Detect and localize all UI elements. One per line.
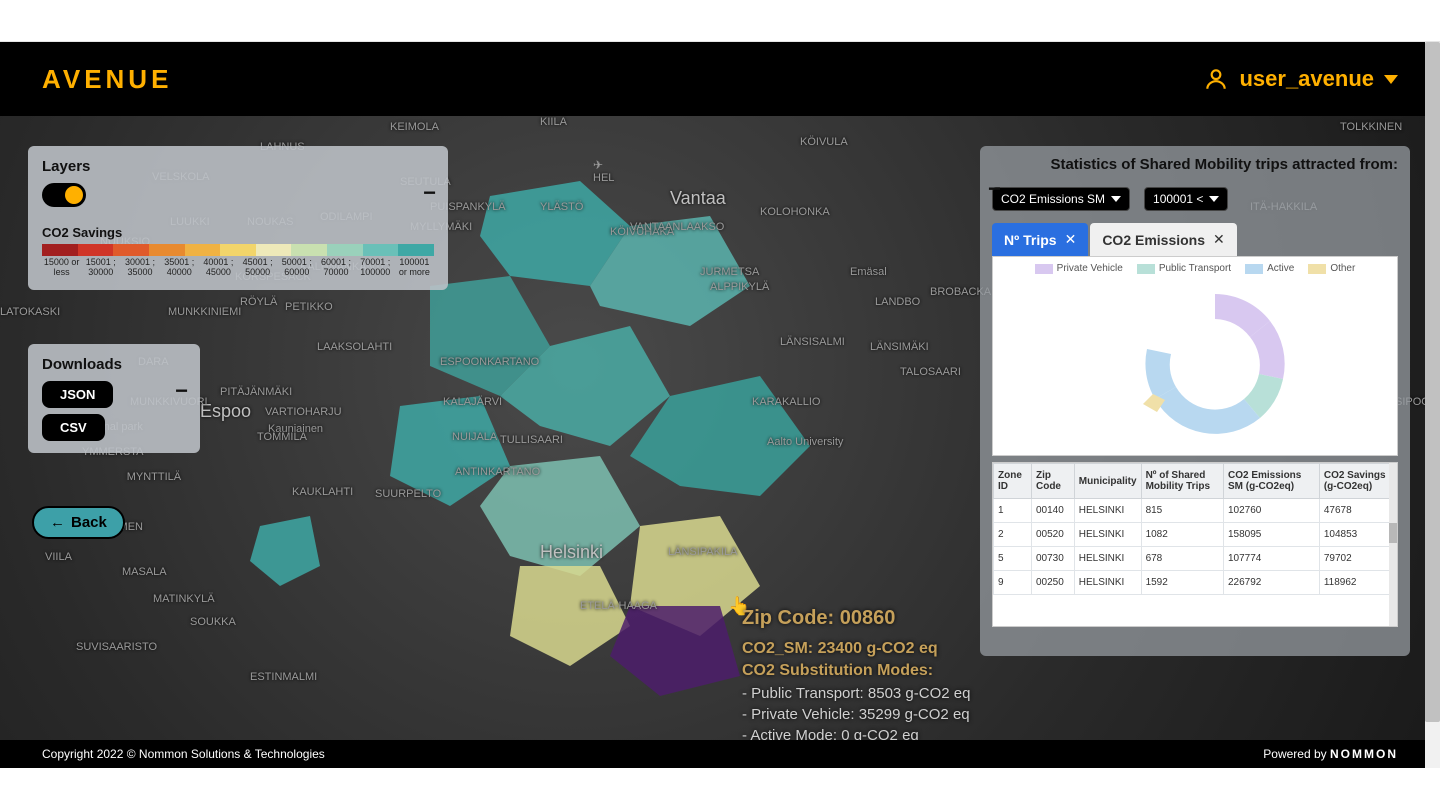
powered-by: Powered by NOMMON — [1263, 747, 1398, 761]
map-tooltip: Zip Code: 00860 CO2_SM: 23400 g-CO2 eq C… — [742, 604, 970, 740]
layers-title: Layers — [42, 158, 434, 175]
table-row[interactable]: 100140HELSINKI81510276047678 — [994, 499, 1397, 523]
collapse-icon[interactable]: − — [988, 176, 1001, 202]
app-root: AVENUE user_avenue Vanta — [0, 42, 1440, 768]
map-label: SOUKKA — [190, 616, 236, 628]
copyright-text: Copyright 2022 © Nommon Solutions & Tech… — [42, 747, 325, 761]
map-label: VIILA — [45, 551, 72, 563]
tooltip-line: CO2 Substitution Modes: — [742, 660, 970, 682]
back-button[interactable]: ← Back — [32, 506, 125, 539]
legend-labels: 15000 or less15001 ; 3000030001 ; 350003… — [42, 258, 434, 278]
close-icon[interactable]: ✕ — [1213, 231, 1225, 248]
downloads-panel: Downloads − JSON CSV — [28, 344, 200, 453]
stats-tabs: Nº Trips✕CO2 Emissions✕ — [992, 223, 1398, 256]
chevron-down-icon — [1384, 75, 1398, 84]
table-row[interactable]: 200520HELSINKI1082158095104853 — [994, 523, 1397, 547]
page-scroll-thumb[interactable] — [1425, 42, 1440, 722]
tooltip-title: Zip Code: 00860 — [742, 604, 970, 632]
table-scrollbar[interactable] — [1389, 463, 1397, 626]
username-label: user_avenue — [1239, 66, 1374, 92]
map-label: MYNTTILÄ — [127, 471, 181, 483]
user-menu[interactable]: user_avenue — [1203, 66, 1398, 92]
layers-panel: Layers − CO2 Savings 15000 or less15001 … — [28, 146, 448, 290]
browser-chrome-bar — [0, 0, 1440, 42]
collapse-icon[interactable]: − — [175, 378, 188, 404]
toggle-knob — [65, 186, 83, 204]
stats-tab[interactable]: Nº Trips✕ — [992, 223, 1088, 256]
map-label: MATINKYLÄ — [153, 593, 215, 605]
stats-panel: Statistics of Shared Mobility trips attr… — [980, 146, 1410, 656]
arrow-left-icon: ← — [50, 514, 65, 531]
downloads-title: Downloads — [42, 356, 186, 373]
app-footer: Copyright 2022 © Nommon Solutions & Tech… — [0, 740, 1440, 768]
back-label: Back — [71, 514, 107, 531]
tooltip-line: - Active Mode: 0 g-CO2 eq — [742, 725, 970, 740]
donut-chart: Private VehiclePublic TransportActiveOth… — [992, 256, 1398, 456]
chevron-down-icon — [1209, 196, 1219, 202]
donut-svg — [993, 274, 1397, 444]
legend-title: CO2 Savings — [42, 225, 434, 240]
metric-select[interactable]: CO2 Emissions SM — [992, 187, 1130, 211]
app-header: AVENUE user_avenue — [0, 42, 1440, 116]
airport-icon: ✈ — [593, 158, 603, 172]
table-row[interactable]: 900250HELSINKI1592226792118962 — [994, 571, 1397, 595]
map-label: KIILA — [540, 116, 567, 128]
stats-title: Statistics of Shared Mobility trips attr… — [992, 156, 1398, 173]
map-label: Espoo — [200, 401, 251, 422]
stats-table[interactable]: Zone IDZip CodeMunicipalityNº of Shared … — [992, 462, 1398, 627]
table-row[interactable]: 500730HELSINKI67810777479702 — [994, 547, 1397, 571]
tooltip-line: - Public Transport: 8503 g-CO2 eq — [742, 683, 970, 704]
map-label: LATOKASKI — [0, 306, 60, 318]
close-icon[interactable]: ✕ — [1065, 231, 1077, 248]
logo: AVENUE — [42, 64, 172, 95]
layer-toggle[interactable] — [42, 183, 86, 207]
table-scroll-thumb[interactable] — [1389, 523, 1397, 543]
tooltip-line: - Private Vehicle: 35299 g-CO2 eq — [742, 704, 970, 725]
download-csv-button[interactable]: CSV — [42, 414, 105, 441]
range-select[interactable]: 100001 < — [1144, 187, 1228, 211]
map-label: MUNKKINIEMI — [168, 306, 241, 318]
chevron-down-icon — [1111, 196, 1121, 202]
map-label: SUVISAARISTO — [76, 641, 157, 653]
legend-colorbar — [42, 244, 434, 256]
user-icon — [1203, 66, 1229, 92]
map-label: KEIMOLA — [390, 121, 439, 133]
chart-legend: Private VehiclePublic TransportActiveOth… — [993, 257, 1397, 274]
stats-tab[interactable]: CO2 Emissions✕ — [1090, 223, 1236, 256]
map-label: TOLKKINEN — [1340, 121, 1402, 133]
map-label: MASALA — [122, 566, 167, 578]
tooltip-line: CO2_SM: 23400 g-CO2 eq — [742, 638, 970, 660]
download-json-button[interactable]: JSON — [42, 381, 113, 408]
map-label: KÖIVULA — [800, 136, 848, 148]
map-canvas[interactable]: Vantaa Espoo Helsinki Kauniainen HEL ✈ K… — [0, 116, 1440, 740]
collapse-icon[interactable]: − — [423, 180, 436, 206]
